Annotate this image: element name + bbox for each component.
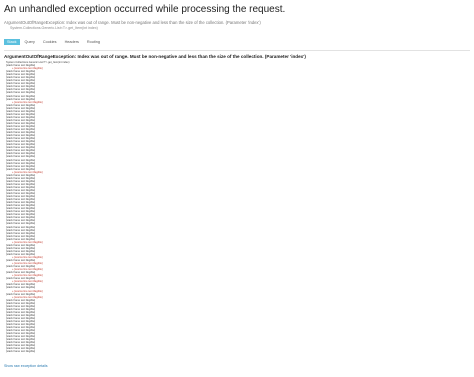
stack-frame[interactable]: [stack frame text illegible] (4, 350, 470, 353)
tab-routing[interactable]: Routing (84, 39, 103, 45)
tab-stack[interactable]: Stack (4, 38, 20, 45)
show-raw-exception-link[interactable]: Show raw exception details (4, 364, 48, 369)
frame-text: [stack frame text illegible] (6, 350, 36, 354)
exception-heading: ArgumentOutOfRangeException: Index was o… (4, 53, 306, 59)
tab-bar: Stack Query Cookies Headers Routing (4, 38, 470, 45)
error-page: An unhandled exception occurred while pr… (0, 0, 474, 377)
exception-location: System.Collections.Generic.List<T>.get_I… (10, 25, 98, 30)
stack-frame-list: System.Collections.Generic.List<T>.get_I… (4, 61, 470, 361)
tab-headers[interactable]: Headers (62, 39, 82, 45)
divider (4, 49, 470, 51)
tab-query[interactable]: Query (22, 39, 38, 45)
page-title: An unhandled exception occurred while pr… (4, 4, 286, 15)
tab-cookies[interactable]: Cookies (40, 39, 60, 45)
